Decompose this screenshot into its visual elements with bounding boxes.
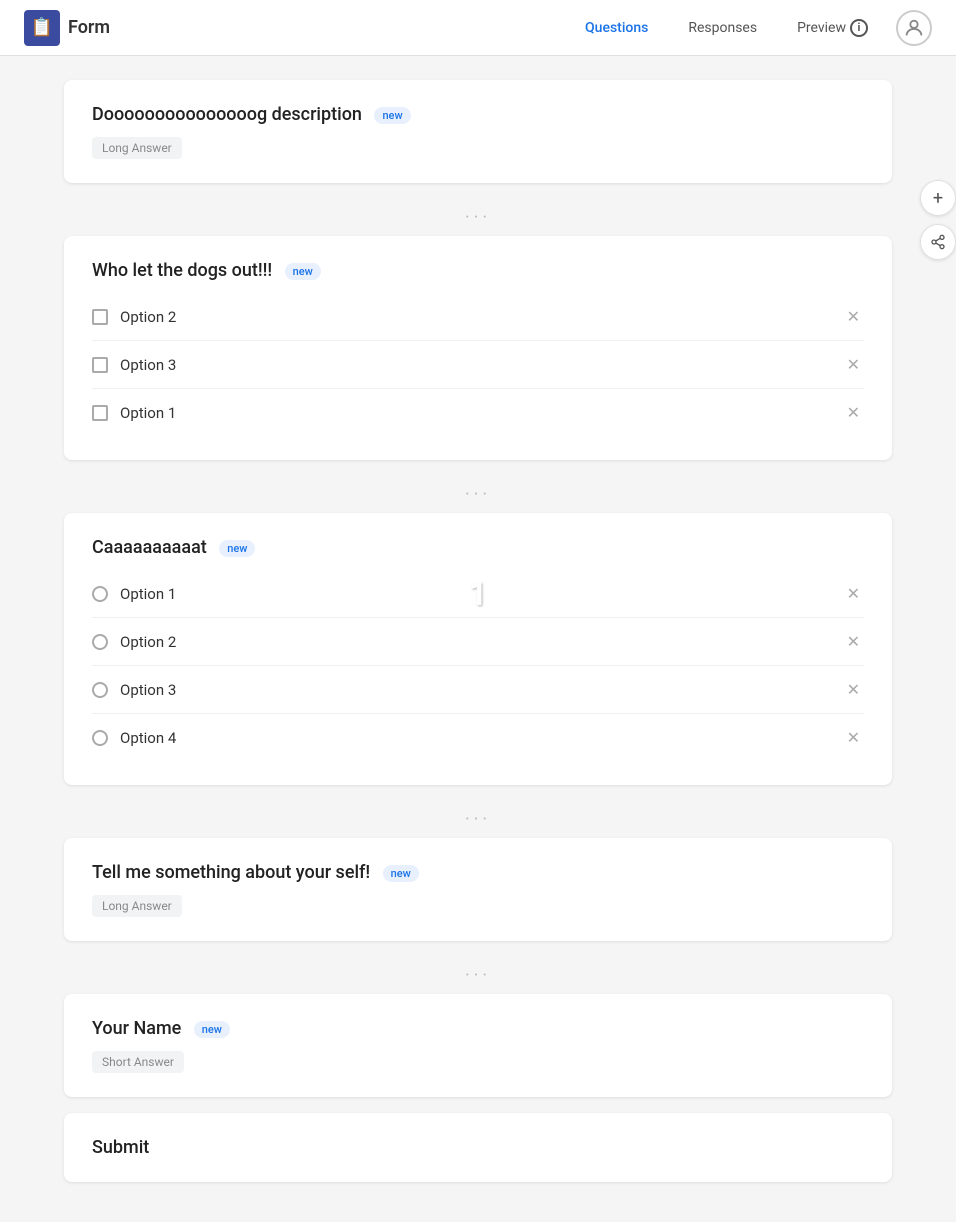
nav-questions[interactable]: Questions: [569, 12, 664, 44]
preview-label: Preview: [797, 20, 846, 36]
list-item: Option 4 ✕: [92, 714, 864, 761]
section-name: Your Name new Short Answer: [64, 994, 892, 1097]
nav-responses[interactable]: Responses: [672, 12, 773, 44]
badge-new: new: [383, 865, 419, 882]
add-icon: +: [933, 188, 943, 209]
answer-type-label: Long Answer: [92, 895, 182, 917]
radio-input[interactable]: [92, 730, 108, 746]
question-title: Caaaaaaaaaat new: [92, 537, 864, 558]
header: 📋 Form Questions Responses Preview i: [0, 0, 956, 56]
section-about: Tell me something about your self! new L…: [64, 838, 892, 941]
radio-input[interactable]: [92, 586, 108, 602]
logo-icon: 📋: [24, 10, 60, 46]
option-label: Option 4: [120, 729, 843, 747]
section-cat: Caaaaaaaaaat new Option 1 1 ✕ Option 2 ✕…: [64, 513, 892, 785]
list-item: Option 3 ✕: [92, 666, 864, 714]
right-actions: +: [920, 180, 956, 260]
delete-option-button[interactable]: ✕: [843, 399, 864, 426]
header-title: Form: [68, 17, 110, 38]
question-title: Dooooooooooooooog description new: [92, 104, 864, 125]
list-item: Option 2 ✕: [92, 618, 864, 666]
option-label: Option 1: [120, 404, 843, 422]
option-label: Option 2: [120, 633, 843, 651]
option-label: Option 1: [120, 585, 843, 603]
list-item: Option 2 ✕: [92, 293, 864, 341]
badge-new: new: [374, 107, 410, 124]
checkbox-input[interactable]: [92, 405, 108, 421]
options-list: Option 1 1 ✕ Option 2 ✕ Option 3 ✕ Optio…: [92, 570, 864, 761]
user-avatar[interactable]: [896, 10, 932, 46]
delete-option-button[interactable]: ✕: [843, 580, 864, 607]
option-label: Option 2: [120, 308, 843, 326]
question-title: Who let the dogs out!!! new: [92, 260, 864, 281]
header-nav: Questions Responses Preview i: [569, 11, 884, 45]
divider-3: ···: [64, 801, 892, 838]
logo-area: 📋 Form: [24, 10, 110, 46]
question-title: Tell me something about your self! new: [92, 862, 864, 883]
options-list: Option 2 ✕ Option 3 ✕ Option 1 ✕: [92, 293, 864, 436]
option-label: Option 3: [120, 681, 843, 699]
answer-type-label: Short Answer: [92, 1051, 184, 1073]
delete-option-button[interactable]: ✕: [843, 676, 864, 703]
divider-2: ···: [64, 476, 892, 513]
preview-icon: i: [850, 19, 868, 37]
badge-new: new: [219, 540, 255, 557]
checkbox-input[interactable]: [92, 309, 108, 325]
share-icon: [930, 234, 946, 250]
divider-4: ···: [64, 957, 892, 994]
section-dogs: Who let the dogs out!!! new Option 2 ✕ O…: [64, 236, 892, 460]
main-content: Dooooooooooooooog description new Long A…: [48, 56, 908, 1222]
submit-label: Submit: [92, 1137, 149, 1158]
divider-1: ···: [64, 199, 892, 236]
option-label: Option 3: [120, 356, 843, 374]
delete-option-button[interactable]: ✕: [843, 351, 864, 378]
delete-option-button[interactable]: ✕: [843, 303, 864, 330]
delete-option-button[interactable]: ✕: [843, 628, 864, 655]
section-description: Dooooooooooooooog description new Long A…: [64, 80, 892, 183]
submit-section: Submit: [64, 1113, 892, 1182]
question-title: Your Name new: [92, 1018, 864, 1039]
badge-new: new: [194, 1021, 230, 1038]
answer-type-label: Long Answer: [92, 137, 182, 159]
add-button[interactable]: +: [920, 180, 956, 216]
radio-input[interactable]: [92, 682, 108, 698]
checkbox-input[interactable]: [92, 357, 108, 373]
nav-preview[interactable]: Preview i: [781, 11, 884, 45]
list-item: Option 1 ✕: [92, 389, 864, 436]
share-button[interactable]: [920, 224, 956, 260]
delete-option-button[interactable]: ✕: [843, 724, 864, 751]
list-item: Option 1 1 ✕: [92, 570, 864, 618]
badge-new: new: [285, 263, 321, 280]
radio-input[interactable]: [92, 634, 108, 650]
list-item: Option 3 ✕: [92, 341, 864, 389]
